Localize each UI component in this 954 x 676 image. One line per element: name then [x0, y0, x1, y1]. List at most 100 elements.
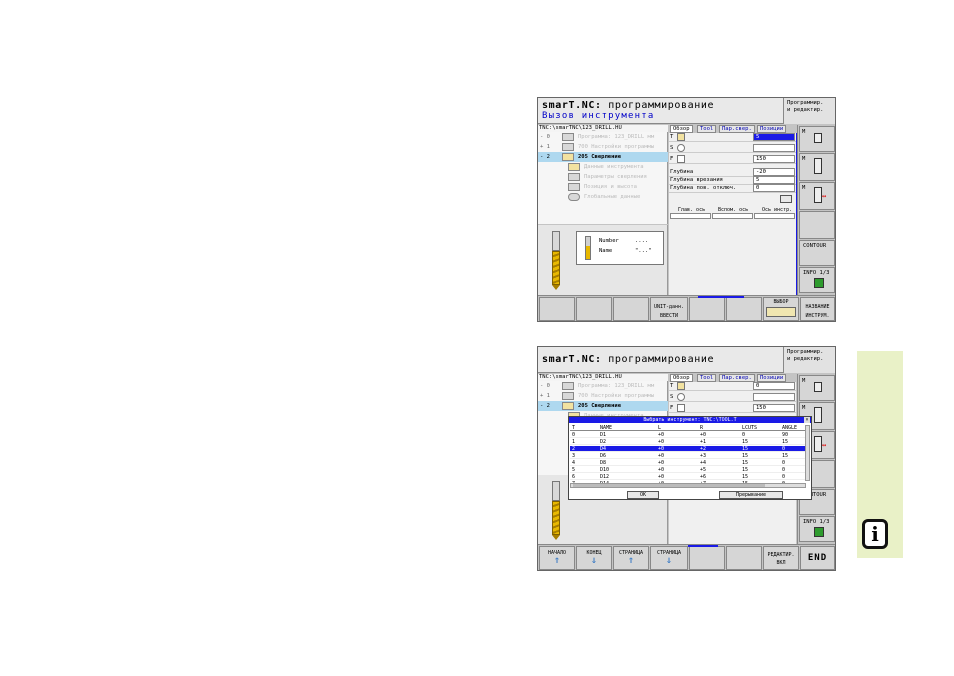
ok-button[interactable]: OK: [627, 491, 659, 499]
empty-softkey[interactable]: [799, 211, 835, 239]
name-label: Name: [599, 248, 613, 254]
tab-overview[interactable]: Обзор: [670, 374, 693, 382]
tree-item-settings[interactable]: + 1 700 Настройки программы: [538, 391, 668, 401]
spindle-speed-input[interactable]: [753, 144, 795, 152]
table-row[interactable]: 1 D2 +0 +1 15 15: [570, 439, 806, 445]
tab-tool[interactable]: Tool: [697, 125, 717, 133]
dwell-input[interactable]: 0: [753, 184, 795, 192]
cancel-button[interactable]: Прерывание: [719, 491, 783, 499]
table-header: T NAME L R LCUTS ANGLE: [570, 425, 806, 431]
tool-name-button[interactable]: НАЗВАНИЕ ИНСТРУМ.: [800, 297, 835, 321]
m-function-button[interactable]: M: [799, 375, 835, 401]
globe-icon: [568, 193, 580, 201]
tab-tool[interactable]: Tool: [697, 374, 717, 382]
horizontal-scrollbar[interactable]: [570, 483, 806, 488]
drilling-icon: [562, 153, 574, 161]
feed-input[interactable]: 150: [753, 155, 795, 163]
tree-label: Параметры сверления: [584, 174, 647, 180]
info-screen-icon: [814, 527, 824, 537]
operating-mode-box[interactable]: Программир. и редактир.: [783, 347, 835, 373]
table-row[interactable]: 3 D6 +0 +3 15 15: [570, 453, 806, 459]
tree-item-tool-data[interactable]: Данные инструмента: [538, 162, 668, 172]
tree-expander[interactable]: - 2: [540, 403, 560, 409]
spindle-speed-icon: [677, 393, 685, 401]
aux-axis-input[interactable]: [712, 213, 753, 219]
tree-item-drilling[interactable]: - 2 205 Сверление: [538, 152, 668, 162]
softkey-1[interactable]: [539, 297, 575, 321]
tab-positions[interactable]: Позиции: [757, 125, 787, 133]
operating-mode-box[interactable]: Программир. и редактир.: [783, 98, 835, 124]
contour-button[interactable]: CONTOUR: [799, 240, 835, 266]
tree-expander[interactable]: - 0: [540, 134, 560, 140]
info-icon: i: [862, 519, 888, 549]
tree-item-program[interactable]: - 0 Программа: 123_DRILL мм: [538, 381, 668, 391]
tree-item-drill-params[interactable]: Параметры сверления: [538, 172, 668, 182]
table-row[interactable]: 6 D12 +0 +6 15 0: [570, 474, 806, 480]
tab-drill-params[interactable]: Пар.свер.: [719, 125, 755, 133]
table-row[interactable]: 0 D1 +0 +0 0 90: [570, 432, 806, 438]
softkey-6[interactable]: [726, 546, 762, 570]
table-row-selected[interactable]: 2 D4 +0 +2 15 0: [570, 446, 806, 452]
end-button[interactable]: END: [800, 546, 835, 570]
field-row-s: S: [669, 393, 796, 402]
softkey-2[interactable]: [576, 297, 612, 321]
tool-number-icon: [677, 133, 685, 141]
tree-item-drilling[interactable]: - 2 205 Сверление: [538, 401, 668, 411]
tool-axis-button[interactable]: M↔: [799, 182, 835, 210]
mode-name: программирование: [608, 354, 715, 365]
tool-info-box: Number.... Name "...": [576, 231, 664, 265]
main-axis-input[interactable]: [670, 213, 711, 219]
field-row-t: T5: [669, 133, 796, 142]
tree-label: Данные инструмента: [584, 164, 644, 170]
close-icon[interactable]: ×: [804, 417, 810, 423]
edit-toggle-button[interactable]: РЕДАКТИР. ВКЛ: [763, 546, 799, 570]
horizontal-softkeys: НАЧАЛО ⇑ КОНЕЦ ⇓ СТРАНИЦА ⇑ СТРАНИЦА ⇓ РЕДАК…: [538, 544, 835, 570]
tool-number-input[interactable]: 0: [753, 382, 795, 390]
parameter-form: T5 S F 150 Глубина -20 Глубина врезания 5 Г…: [669, 133, 796, 295]
m-function-button[interactable]: M: [799, 126, 835, 152]
info-screen-icon: [814, 278, 824, 288]
page-up-button[interactable]: СТРАНИЦА ⇑: [613, 546, 649, 570]
vertical-scrollbar[interactable]: [805, 425, 810, 481]
tab-drill-params[interactable]: Пар.свер.: [719, 374, 755, 382]
expand-icon[interactable]: [780, 195, 792, 203]
tab-positions[interactable]: Позиции: [757, 374, 787, 382]
depth-input[interactable]: -20: [753, 168, 795, 176]
name-value: "...": [635, 248, 652, 254]
infeed-input[interactable]: 5: [753, 176, 795, 184]
feed-input[interactable]: 150: [753, 404, 795, 412]
field-row-f: F 150: [669, 404, 796, 413]
tree-expander[interactable]: + 1: [540, 144, 560, 150]
softkey-5[interactable]: [689, 297, 725, 321]
softkey-3[interactable]: [613, 297, 649, 321]
unit-data-apply-button[interactable]: UNIT-данн. ВВЕСТИ: [650, 297, 688, 321]
end-of-table-button[interactable]: КОНЕЦ ⇓: [576, 546, 612, 570]
tab-overview[interactable]: Обзор: [670, 125, 693, 133]
table-row[interactable]: 5 D10 +0 +5 15 0: [570, 467, 806, 473]
info-button[interactable]: INFO 1/3: [799, 516, 835, 542]
arrow-up-icon: ⇑: [553, 555, 561, 566]
field-row-t: T0: [669, 382, 796, 391]
softkey-5[interactable]: [689, 546, 725, 570]
select-tool-button[interactable]: ВЫБОР: [763, 297, 799, 321]
arrow-icon: ↔: [822, 192, 827, 200]
title-line: smarT.NC: программирование: [542, 100, 714, 111]
tree-item-global-data[interactable]: Глобальные данные: [538, 192, 668, 202]
tree-item-settings[interactable]: + 1 700 Настройки программы: [538, 142, 668, 152]
tree-expander[interactable]: - 0: [540, 383, 560, 389]
tool-number-input[interactable]: 5: [753, 133, 795, 141]
tree-item-position[interactable]: Позиция и высота: [538, 182, 668, 192]
info-button[interactable]: INFO 1/3: [799, 267, 835, 293]
tree-expander[interactable]: - 2: [540, 154, 560, 160]
tree-item-program[interactable]: - 0 Программа: 123_DRILL мм: [538, 132, 668, 142]
page-down-button[interactable]: СТРАНИЦА ⇓: [650, 546, 688, 570]
tab-bar: Обзор Tool Пар.свер. Позиции: [669, 374, 799, 382]
begin-button[interactable]: НАЧАЛО ⇑: [539, 546, 575, 570]
tool-axis-input[interactable]: [754, 213, 795, 219]
spindle-button[interactable]: M: [799, 153, 835, 181]
softkey-6[interactable]: [726, 297, 762, 321]
table-row[interactable]: 4 D8 +0 +4 15 0: [570, 460, 806, 466]
spindle-speed-input[interactable]: [753, 393, 795, 401]
position-icon: [568, 183, 580, 191]
tree-expander[interactable]: + 1: [540, 393, 560, 399]
